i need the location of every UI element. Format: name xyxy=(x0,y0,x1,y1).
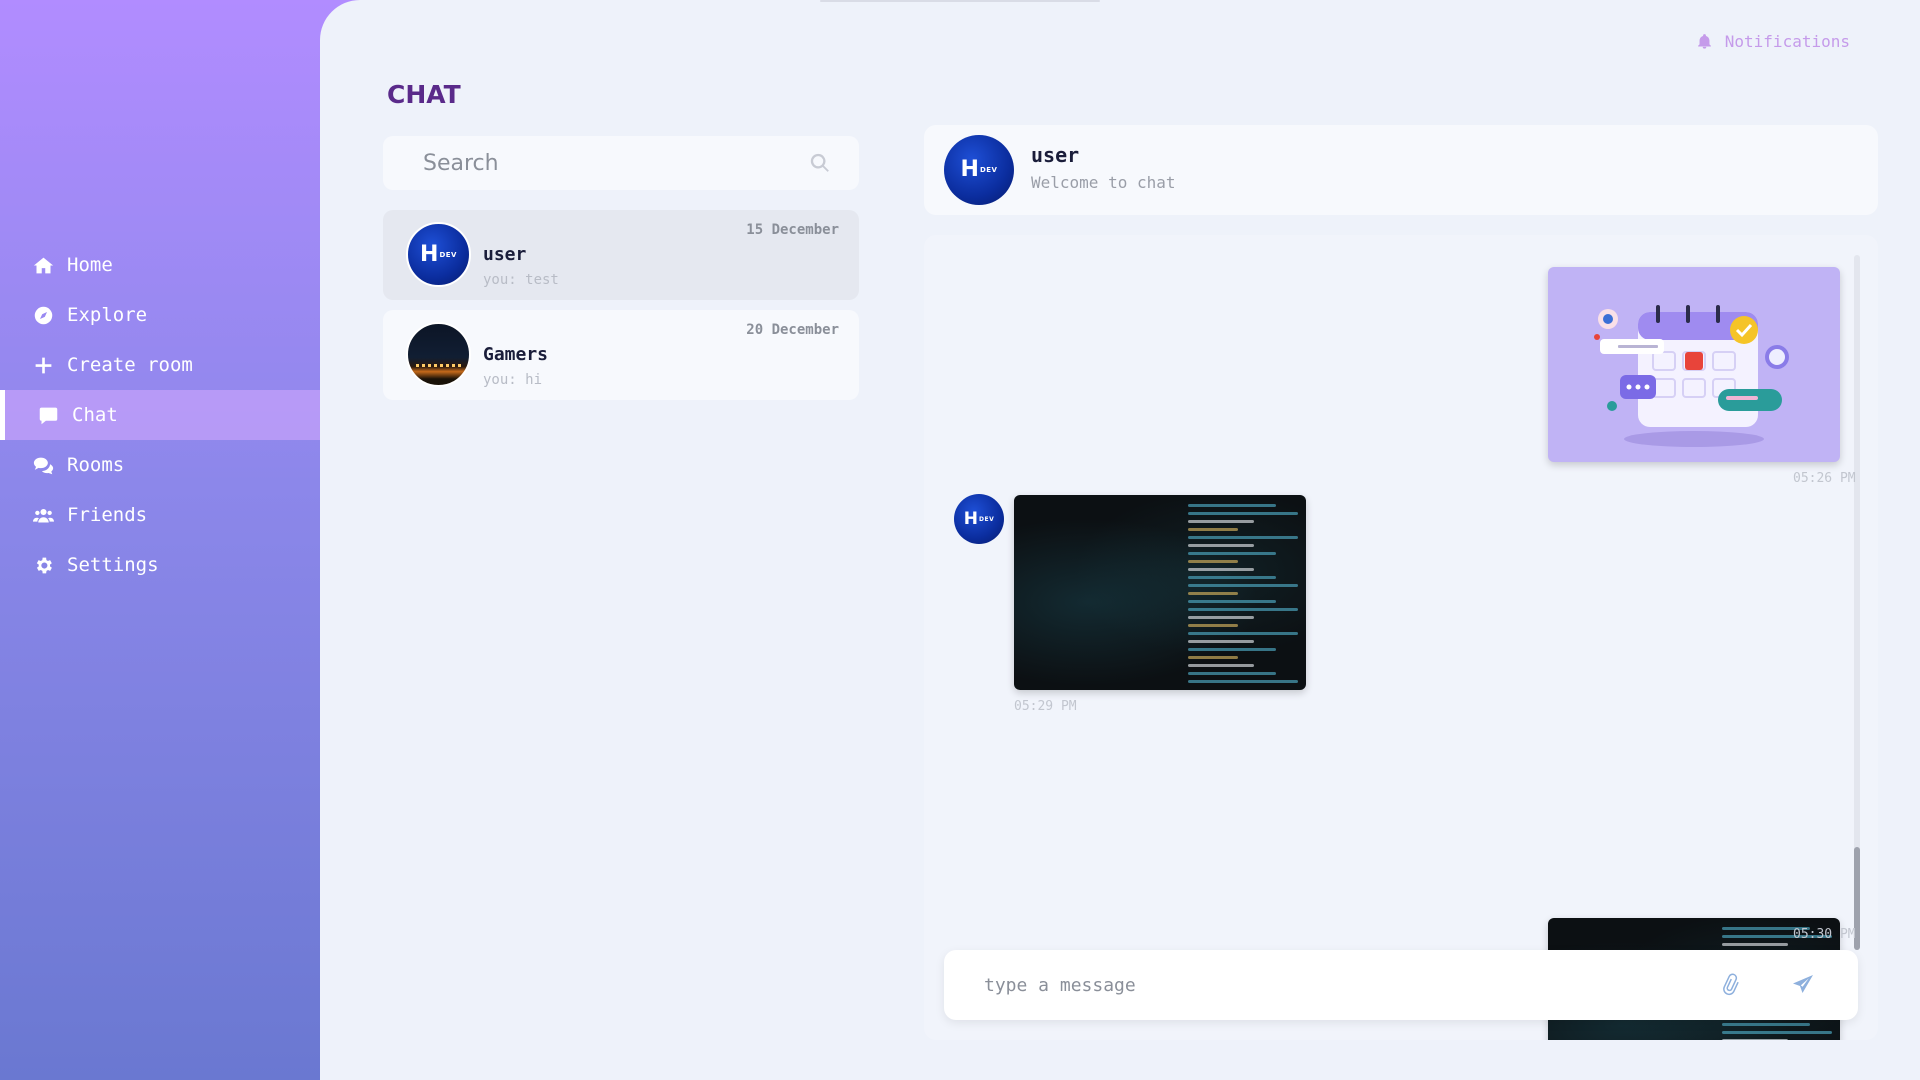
plus-icon xyxy=(32,354,54,376)
message-list[interactable]: 05:26 PM H DEV 05:29 PM 05:30 PM xyxy=(924,235,1878,1040)
page-title: CHAT xyxy=(387,80,461,109)
sidebar-item-create-room[interactable]: Create room xyxy=(0,340,320,390)
sidebar-item-label: Rooms xyxy=(67,454,125,476)
message-image[interactable] xyxy=(1548,267,1840,462)
bell-icon xyxy=(1697,34,1711,49)
sidebar-item-home[interactable]: Home xyxy=(0,240,320,290)
sidebar-item-settings[interactable]: Settings xyxy=(0,540,320,590)
send-icon xyxy=(1793,975,1813,993)
main-panel: Notifications CHAT HDEV 15 December user… xyxy=(320,0,1920,1080)
sidebar-item-label: Chat xyxy=(72,404,118,426)
chat-title: user xyxy=(1031,143,1080,167)
dev-logo: H DEV xyxy=(963,508,995,529)
message-time: 05:26 PM xyxy=(1793,471,1856,486)
comments-icon xyxy=(32,454,54,476)
notifications-label: Notifications xyxy=(1724,32,1850,51)
sidebar-item-label: Friends xyxy=(67,504,148,526)
avatar xyxy=(406,322,471,387)
code-text-decoration xyxy=(1188,499,1298,686)
dev-logo: H DEV xyxy=(420,241,457,267)
search-box xyxy=(383,136,859,190)
conversation-name: Gamers xyxy=(483,344,549,365)
avatar[interactable]: H DEV xyxy=(954,494,1004,544)
sidebar-item-chat[interactable]: Chat xyxy=(0,390,320,440)
scrollbar-track[interactable] xyxy=(1854,255,1860,950)
top-divider xyxy=(820,0,1100,2)
sidebar-item-explore[interactable]: Explore xyxy=(0,290,320,340)
sidebar-item-friends[interactable]: Friends xyxy=(0,490,320,540)
avatar: H DEV xyxy=(406,222,471,287)
dev-logo: H DEV xyxy=(960,157,998,182)
sidebar-item-label: Settings xyxy=(67,554,159,576)
conversation-name: user xyxy=(483,244,527,265)
search-icon[interactable] xyxy=(809,152,831,174)
chat-header: H DEV user Welcome to chat xyxy=(924,125,1878,215)
conversation-item-user[interactable]: H DEV 15 December user you: test xyxy=(383,210,859,300)
home-icon xyxy=(32,254,54,276)
chat-subtitle: Welcome to chat xyxy=(1031,173,1176,192)
message-composer xyxy=(944,950,1858,1020)
sidebar-item-label: Explore xyxy=(67,304,148,326)
message-image[interactable] xyxy=(1014,495,1306,690)
calendar-illustration xyxy=(1594,305,1789,447)
message-time: 05:29 PM xyxy=(1014,699,1077,714)
sidebar-item-label: Create room xyxy=(67,354,193,376)
conversation-date: 20 December xyxy=(746,322,839,338)
conversation-item-gamers[interactable]: 20 December Gamers you: hi xyxy=(383,310,859,400)
gear-icon xyxy=(32,554,54,576)
attach-button[interactable] xyxy=(1716,970,1746,1000)
message-time: 05:30 PM xyxy=(1793,927,1856,942)
chat-bubble-icon xyxy=(37,404,59,426)
conversation-preview: you: test xyxy=(483,272,559,288)
search-input[interactable] xyxy=(423,150,809,176)
sidebar-item-label: Home xyxy=(67,254,113,276)
sidebar: Home Explore Create room Chat Rooms Frie… xyxy=(0,0,320,1080)
conversation-preview: you: hi xyxy=(483,372,543,388)
sidebar-nav: Home Explore Create room Chat Rooms Frie… xyxy=(0,240,320,590)
conversation-date: 15 December xyxy=(746,222,839,238)
avatar[interactable]: H DEV xyxy=(944,135,1014,205)
message-input[interactable] xyxy=(984,974,1674,996)
compass-icon xyxy=(32,304,54,326)
sidebar-item-rooms[interactable]: Rooms xyxy=(0,440,320,490)
send-button[interactable] xyxy=(1788,970,1818,1000)
paperclip-icon xyxy=(1723,973,1739,996)
users-icon xyxy=(32,504,54,526)
notifications-link[interactable]: Notifications xyxy=(1696,32,1850,51)
